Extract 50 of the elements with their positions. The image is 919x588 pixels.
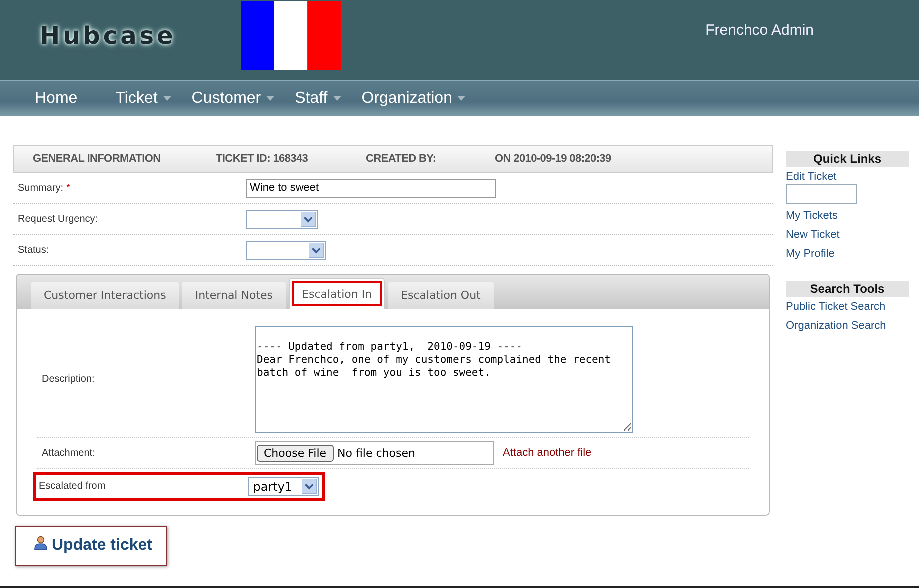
attach-link[interactable]: Attach another file [503,447,592,459]
dropdown[interactable] [246,240,326,260]
sidebar-heading: Quick Links [786,151,909,167]
caret-icon [266,96,276,101]
nav-menu-item[interactable]: Customer [192,90,276,108]
dropdown[interactable]: party1 [248,477,319,496]
sidebar-heading: Search Tools [786,281,909,297]
sidebar-link[interactable]: My Profile [786,248,909,267]
caret-icon [162,96,172,101]
tab[interactable]: Customer Interactions [31,282,180,309]
sidebar-link[interactable]: New Ticket [786,229,909,248]
ticket-number-field[interactable] [786,184,857,204]
tab[interactable]: Internal Notes [182,282,286,309]
field-label: Escalated from [39,481,107,492]
info-label: CREATED BY: [366,153,438,165]
choose-file-button[interactable]: Choose File [257,444,334,462]
dropdown-arrow-icon [302,479,317,494]
update-ticket-button[interactable]: Update ticket [15,526,168,566]
sidebar-link[interactable]: Public Ticket Search [786,301,909,320]
nav-menu-item[interactable]: Staff [295,90,342,108]
flag-icon [241,1,341,70]
required-mark: * [66,182,70,194]
file-field[interactable]: Choose File No file chosen [255,441,494,465]
tab[interactable]: Escalation In [289,278,386,309]
nav-menu-item[interactable]: Home [35,90,78,108]
info-label: GENERAL INFORMATION [33,153,162,165]
info-label: TICKET ID: 168343 [216,153,310,165]
dropdown[interactable] [246,210,318,228]
sidebar-link[interactable]: My Tickets [786,210,909,229]
person-icon [34,536,48,550]
description-field[interactable]: ---- Updated from party1, 2010-09-19 ---- Dear Frenchco, one of my customers complained the recent batch of wine from you is too sweet. [255,326,633,433]
caret-icon [457,96,466,101]
tab[interactable]: Escalation Out [388,282,494,309]
sidebar-link[interactable]: Organization Search [786,320,909,339]
field-label: Summary: [18,182,64,194]
summary-field[interactable]: Wine to sweet [246,178,496,198]
sidebar-link[interactable]: Edit Ticket [786,171,909,190]
nav-menu-item[interactable]: Organization [362,90,466,108]
user-name: Frenchco Admin [706,22,815,39]
logo: Hubcase [40,22,178,50]
field-label: Attachment: [42,448,96,458]
dropdown-arrow-icon [301,212,316,226]
field-label: Description: [42,374,96,385]
file-status: No file chosen [338,446,416,460]
caret-icon [332,96,342,101]
dropdown-arrow-icon [309,242,324,258]
field-label: Request Urgency: [18,214,98,224]
info-label: ON 2010-09-19 08:20:39 [495,153,612,165]
nav-menu-item[interactable]: Ticket [116,90,172,108]
field-label: Status: [18,244,50,256]
